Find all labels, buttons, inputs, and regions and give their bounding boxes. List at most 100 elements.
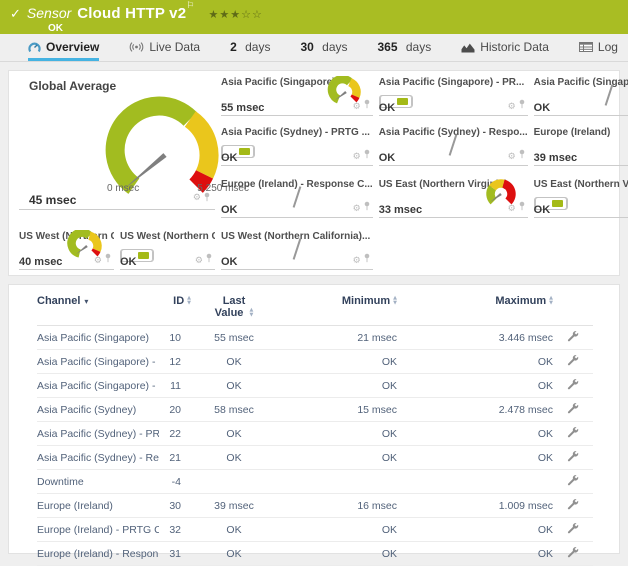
cell-maximum: OK: [397, 350, 553, 374]
sort-icon[interactable]: ▲▼: [249, 308, 253, 317]
log-icon: [579, 42, 593, 52]
sort-icon[interactable]: ▲▼: [393, 296, 397, 305]
channel-tile[interactable]: US West (Northern California)...OK⚙: [221, 229, 373, 270]
tab-log[interactable]: Log: [579, 34, 618, 61]
channel-settings-wrench-icon[interactable]: [567, 450, 579, 462]
cell-maximum: OK: [397, 518, 553, 542]
cell-tools: [553, 398, 593, 422]
table-row[interactable]: Asia Pacific (Singapore) - ...11OKOKOK: [37, 374, 593, 398]
channel-settings-wrench-icon[interactable]: [567, 354, 579, 366]
channel-tile-footer: OK⚙: [534, 96, 628, 114]
channel-tile[interactable]: Europe (Ireland) - Response C...OK⚙: [221, 177, 373, 218]
sort-icon[interactable]: ▲▼: [187, 296, 191, 305]
pin-icon[interactable]: [518, 146, 526, 164]
chart-icon: [461, 42, 475, 53]
cell-channel[interactable]: Asia Pacific (Sydney) - PR...: [37, 422, 159, 446]
gear-icon[interactable]: ⚙: [193, 193, 201, 203]
column-header-last-value[interactable]: LastValue ▲▼: [191, 293, 277, 326]
gear-icon[interactable]: ⚙: [353, 250, 361, 268]
sort-desc-icon[interactable]: ▾: [84, 297, 88, 306]
column-label: Channel: [37, 295, 80, 307]
tab-overview[interactable]: Overview: [28, 34, 99, 61]
channel-tile[interactable]: Asia Pacific (Singapore)55 msec⚙: [221, 75, 373, 116]
column-header-minimum[interactable]: Minimum▲▼: [277, 293, 397, 326]
column-header-id[interactable]: ID▲▼: [159, 293, 191, 326]
channel-settings-wrench-icon[interactable]: [567, 546, 579, 558]
cell-channel[interactable]: Asia Pacific (Singapore): [37, 326, 159, 350]
tab-365-days[interactable]: 365 days: [378, 34, 432, 61]
pin-icon[interactable]: [518, 96, 526, 114]
channel-settings-wrench-icon[interactable]: [567, 426, 579, 438]
channel-tile[interactable]: Asia Pacific (Sydney) - Respo...OK⚙: [379, 125, 528, 166]
pin-icon[interactable]: [363, 250, 371, 268]
cell-last-value: OK: [191, 422, 277, 446]
channel-table: Channel ▾ ID▲▼LastValue ▲▼Minimum▲▼Maximum…: [37, 293, 593, 566]
gear-icon[interactable]: ⚙: [195, 250, 203, 268]
gear-icon[interactable]: ⚙: [353, 146, 361, 164]
gear-icon[interactable]: ⚙: [353, 96, 361, 114]
channel-tile[interactable]: Europe (Ireland)39 msec⚙: [534, 125, 628, 166]
table-row[interactable]: Asia Pacific (Sydney) - Re...21OKOKOK: [37, 446, 593, 470]
cell-channel[interactable]: Europe (Ireland) - PRTG Cl...: [37, 518, 159, 542]
channel-settings-wrench-icon[interactable]: [567, 402, 579, 414]
tab-2-days[interactable]: 2 days: [230, 34, 270, 61]
cell-channel[interactable]: Asia Pacific (Sydney) - Re...: [37, 446, 159, 470]
cell-channel[interactable]: Asia Pacific (Singapore) - ...: [37, 374, 159, 398]
cell-channel[interactable]: Downtime: [37, 470, 159, 494]
cell-tools: [553, 470, 593, 494]
channel-tile[interactable]: Asia Pacific (Singapore) - PR...OK⚙: [379, 75, 528, 116]
flag-icon[interactable]: ⚐: [186, 1, 194, 11]
priority-stars[interactable]: ★★★☆☆: [209, 8, 263, 21]
pin-icon[interactable]: [363, 96, 371, 114]
cell-tools: [553, 494, 593, 518]
column-header-channel[interactable]: Channel ▾: [37, 293, 159, 326]
cell-minimum: OK: [277, 518, 397, 542]
tile-corner-icons: ⚙: [353, 250, 371, 268]
channel-tile[interactable]: US East (Northern Virginia)33 msec⚙: [379, 177, 528, 218]
channel-settings-wrench-icon[interactable]: [567, 330, 579, 342]
cell-channel[interactable]: Asia Pacific (Sydney): [37, 398, 159, 422]
tab-historic-data[interactable]: Historic Data: [461, 34, 549, 61]
gear-icon[interactable]: ⚙: [508, 96, 516, 114]
table-row[interactable]: Europe (Ireland) - Respon...31OKOKOK: [37, 542, 593, 566]
table-row[interactable]: Asia Pacific (Singapore)1055 msec21 msec…: [37, 326, 593, 350]
cell-channel[interactable]: Europe (Ireland) - Respon...: [37, 542, 159, 566]
gear-icon[interactable]: ⚙: [508, 198, 516, 216]
pin-icon[interactable]: [518, 198, 526, 216]
cell-channel[interactable]: Europe (Ireland): [37, 494, 159, 518]
pin-icon[interactable]: [104, 250, 112, 268]
table-row[interactable]: Asia Pacific (Singapore) - ...12OKOKOK: [37, 350, 593, 374]
channel-settings-wrench-icon[interactable]: [567, 522, 579, 534]
channel-tile[interactable]: US West (Northern California)...OK⚙: [120, 229, 215, 270]
channel-settings-wrench-icon[interactable]: [567, 474, 579, 486]
gear-icon[interactable]: ⚙: [94, 250, 102, 268]
global-average-tile[interactable]: Global Average 0 msec 5.250 msec 45 msec…: [19, 75, 215, 210]
channel-tile[interactable]: US East (Northern Virginia) - ...OK⚙: [534, 177, 628, 218]
pin-icon[interactable]: [363, 198, 371, 216]
tab-30-days[interactable]: 30 days: [300, 34, 347, 61]
pin-icon[interactable]: [203, 189, 211, 207]
pin-icon[interactable]: [363, 146, 371, 164]
column-label-line: Last: [191, 295, 277, 307]
column-header-maximum[interactable]: Maximum▲▼: [397, 293, 553, 326]
sort-icon[interactable]: ▲▼: [549, 296, 553, 305]
object-type-label: Sensor: [27, 5, 71, 21]
gear-icon[interactable]: ⚙: [353, 198, 361, 216]
table-row[interactable]: Asia Pacific (Sydney)2058 msec15 msec2.4…: [37, 398, 593, 422]
table-row[interactable]: Asia Pacific (Sydney) - PR...22OKOKOK: [37, 422, 593, 446]
channel-tile[interactable]: US West (Northern California)40 msec⚙: [19, 229, 114, 270]
channel-settings-wrench-icon[interactable]: [567, 498, 579, 510]
channel-tile[interactable]: Asia Pacific (Sydney) - PRTG ...OK⚙: [221, 125, 373, 166]
gear-icon[interactable]: ⚙: [508, 146, 516, 164]
tab-live-data[interactable]: Live Data: [129, 34, 200, 61]
channel-settings-wrench-icon[interactable]: [567, 378, 579, 390]
table-row[interactable]: Downtime-4: [37, 470, 593, 494]
channel-tile-footer: OK⚙: [534, 198, 628, 216]
cell-channel[interactable]: Asia Pacific (Singapore) - ...: [37, 350, 159, 374]
table-row[interactable]: Europe (Ireland) - PRTG Cl...32OKOKOK: [37, 518, 593, 542]
pin-icon[interactable]: [205, 250, 213, 268]
table-row[interactable]: Europe (Ireland)3039 msec16 msec1.009 ms…: [37, 494, 593, 518]
cell-last-value: 55 msec: [191, 326, 277, 350]
tile-corner-icons: ⚙: [508, 146, 526, 164]
channel-tile[interactable]: Asia Pacific (Singapore) - Res...OK⚙: [534, 75, 628, 116]
